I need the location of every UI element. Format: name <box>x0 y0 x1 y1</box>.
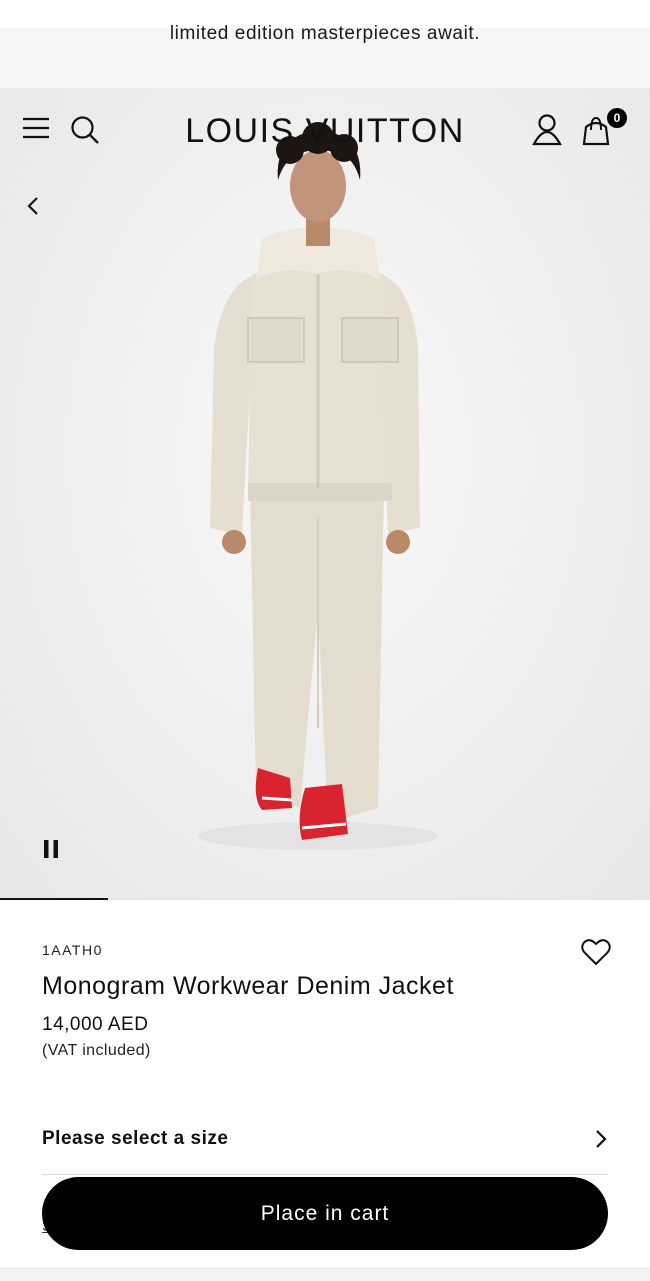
chevron-right-icon <box>596 1130 607 1148</box>
promo-banner-text: limited edition masterpieces await. <box>169 23 481 44</box>
heart-icon[interactable] <box>581 938 611 966</box>
model-illustration <box>198 122 438 850</box>
brand-logo[interactable]: LOUIS VUITTON <box>0 112 650 151</box>
product-reference: 1AATH0 <box>42 942 103 958</box>
size-selector[interactable]: Please select a size <box>42 1112 608 1175</box>
cart-count-badge: 0 <box>607 108 627 128</box>
place-in-cart-button[interactable]: Place in cart <box>42 1177 608 1250</box>
bottom-bar <box>0 1268 650 1281</box>
chevron-left-icon[interactable] <box>24 195 42 217</box>
product-price: 14,000 AED <box>42 1014 149 1035</box>
gallery-progress <box>0 898 650 900</box>
pause-icon[interactable] <box>43 839 59 859</box>
promo-banner: limited edition masterpieces await. <box>0 0 650 88</box>
vat-note: (VAT included) <box>42 1042 151 1059</box>
size-selector-label: Please select a size <box>42 1128 229 1149</box>
product-title: Monogram Workwear Denim Jacket <box>42 972 454 1000</box>
product-image[interactable] <box>0 88 650 900</box>
gallery-progress-fill <box>0 898 108 900</box>
